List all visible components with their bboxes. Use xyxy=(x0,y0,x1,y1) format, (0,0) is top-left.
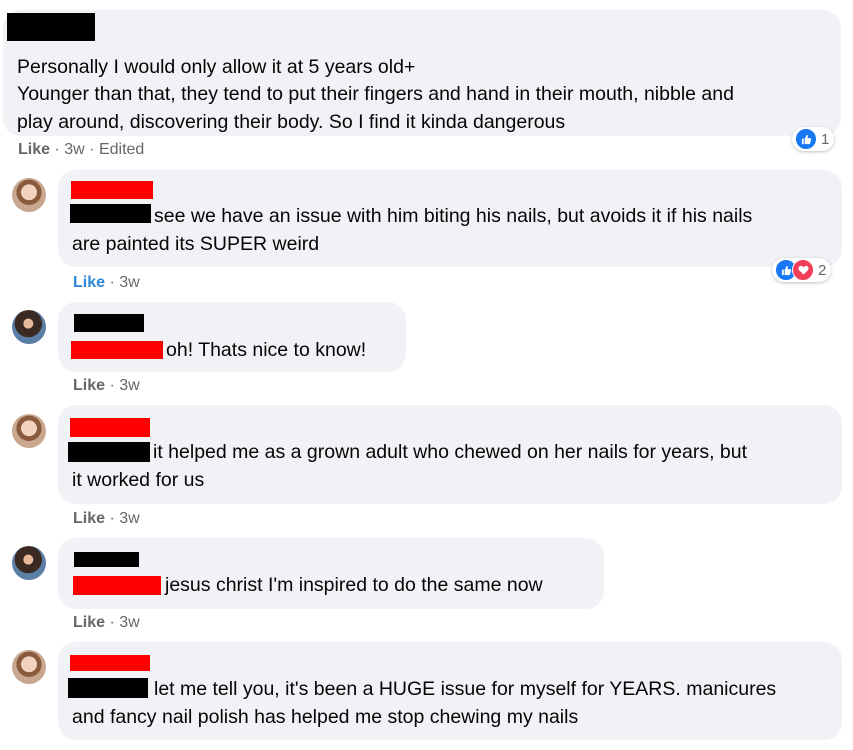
comment-meta: Like · 3w xyxy=(73,377,140,394)
comment-text-line: Younger than that, they tend to put thei… xyxy=(17,83,734,105)
redacted-name xyxy=(7,13,95,41)
avatar[interactable] xyxy=(12,546,46,580)
avatar[interactable] xyxy=(12,178,46,212)
comment-meta: Like · 3w xyxy=(73,614,140,631)
comment-meta: Like · 3w · Edited xyxy=(18,141,145,158)
love-reaction-icon xyxy=(792,259,814,281)
like-button[interactable]: Like xyxy=(73,614,105,631)
comment-text-line: let me tell you, it's been a HUGE issue … xyxy=(154,678,777,700)
comment-text-line: are painted its SUPER weird xyxy=(72,233,320,255)
redacted-name xyxy=(74,314,144,332)
comment-text-line: and fancy nail polish has helped me stop… xyxy=(72,706,579,728)
reaction-summary[interactable]: 2 xyxy=(772,258,832,282)
comment-bubble: let me tell you, it's been a HUGE issue … xyxy=(58,642,842,740)
timestamp[interactable]: 3w xyxy=(119,510,139,527)
redacted-name xyxy=(71,181,153,199)
timestamp[interactable]: 3w xyxy=(119,274,139,291)
redacted-name xyxy=(74,552,139,567)
like-button[interactable]: Like xyxy=(73,274,105,291)
comment-bubble: Personally I would only allow it at 5 ye… xyxy=(3,10,841,136)
comment-text-line: see we have an issue with him biting his… xyxy=(154,205,753,227)
redacted-tag xyxy=(73,576,161,595)
reaction-summary[interactable]: 1 xyxy=(792,127,835,151)
redacted-name xyxy=(70,655,150,671)
like-button[interactable]: Like xyxy=(73,377,105,394)
timestamp[interactable]: 3w xyxy=(119,614,139,631)
avatar[interactable] xyxy=(12,310,46,344)
redacted-tag xyxy=(71,341,163,359)
like-button[interactable]: Like xyxy=(73,510,105,527)
comment-text-line: oh! Thats nice to know! xyxy=(166,339,367,361)
redacted-tag xyxy=(70,204,151,223)
comment-text-line: play around, discovering their body. So … xyxy=(17,111,566,133)
timestamp[interactable]: 3w xyxy=(119,377,139,394)
comment-meta: Like · 3w xyxy=(73,510,140,527)
redacted-name xyxy=(70,418,150,437)
comment-text-line: jesus christ I'm inspired to do the same… xyxy=(165,574,543,596)
comment-bubble: oh! Thats nice to know! xyxy=(58,302,406,372)
avatar[interactable] xyxy=(12,650,46,684)
reaction-count: 2 xyxy=(818,261,827,279)
comment-bubble: see we have an issue with him biting his… xyxy=(58,170,842,267)
redacted-tag xyxy=(68,442,150,462)
comment-bubble: jesus christ I'm inspired to do the same… xyxy=(58,538,604,609)
edited-label: Edited xyxy=(98,141,145,158)
like-button[interactable]: Like xyxy=(18,141,50,158)
redacted-tag xyxy=(68,678,148,698)
reaction-count: 1 xyxy=(821,130,830,148)
comment-meta: Like · 3w xyxy=(73,274,140,291)
like-reaction-icon xyxy=(795,128,817,150)
comment-text-line: Personally I would only allow it at 5 ye… xyxy=(17,56,416,78)
comment-bubble: it helped me as a grown adult who chewed… xyxy=(58,405,842,504)
timestamp[interactable]: 3w xyxy=(64,141,84,158)
comment-text-line: it worked for us xyxy=(72,469,205,491)
avatar[interactable] xyxy=(12,414,46,448)
comment-text-line: it helped me as a grown adult who chewed… xyxy=(153,441,748,463)
